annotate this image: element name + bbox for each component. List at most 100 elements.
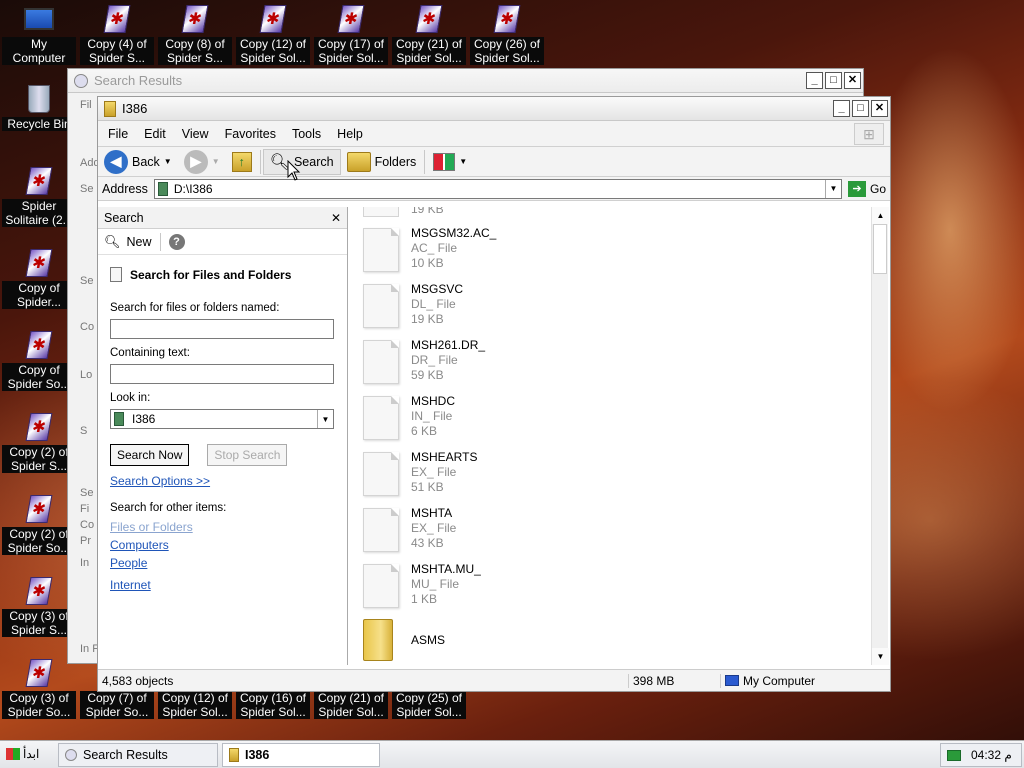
search-options-link[interactable]: Search Options >> xyxy=(110,474,210,488)
folder-item[interactable]: ASMS xyxy=(363,617,663,665)
file-name: MSHTA xyxy=(411,506,453,520)
desktop-icon-spider[interactable]: ✱ Copy (4) of Spider S... xyxy=(78,4,156,68)
go-button[interactable]: ➔ Go xyxy=(847,180,886,197)
desktop-icon-spider[interactable]: ✱ Copy (21) of Spider Sol... xyxy=(390,4,468,68)
search-button[interactable]: 🔍︎ Search xyxy=(262,148,341,175)
menu-help[interactable]: Help xyxy=(329,127,371,141)
file-item[interactable]: MSGSM32.AC_ AC_ File 10 KB xyxy=(363,226,663,274)
maximize-button[interactable]: □ xyxy=(852,100,869,117)
forward-arrow-icon: ▶ xyxy=(183,149,208,174)
menu-tools[interactable]: Tools xyxy=(284,127,329,141)
desktop-icon-label: Copy (2) of Spider S... xyxy=(2,445,76,473)
menu-edit[interactable]: Edit xyxy=(136,127,174,141)
file-item[interactable]: MSGSVC DL_ File 19 KB xyxy=(363,282,663,330)
drive-folder-icon xyxy=(157,181,168,196)
files-or-folders-link[interactable]: Files or Folders xyxy=(110,520,193,534)
minimize-button[interactable]: _ xyxy=(806,72,823,89)
file-item[interactable]: MSHTA EX_ File 43 KB xyxy=(363,506,663,554)
spider-solitaire-icon: ✱ xyxy=(24,330,54,360)
clock: 04:32 م xyxy=(971,748,1012,762)
explorer-window[interactable]: I386 _ □ ✕ File Edit View Favorites Tool… xyxy=(97,96,891,692)
file-type: AC_ File xyxy=(411,241,458,255)
taskbar-item-search-results[interactable]: Search Results xyxy=(58,743,218,767)
file-size: 1 KB xyxy=(411,592,438,606)
desktop-icon-spider[interactable]: ✱ Copy (17) of Spider Sol... xyxy=(312,4,390,68)
desktop-icon-spider[interactable]: ✱ Copy (26) of Spider Sol... xyxy=(468,4,546,68)
status-bar: 4,583 objects 398 MB My Computer xyxy=(98,669,890,691)
windows-logo-icon: ⊞ xyxy=(854,123,884,145)
filename-input[interactable] xyxy=(110,319,334,339)
desktop-icon-label: Copy (8) of Spider S... xyxy=(158,37,232,65)
people-link[interactable]: People xyxy=(110,556,147,570)
minimize-button[interactable]: _ xyxy=(833,100,850,117)
taskbar-item-i386[interactable]: I386 xyxy=(222,743,380,767)
scroll-thumb[interactable] xyxy=(873,224,887,274)
file-type: EX_ File xyxy=(411,521,457,535)
back-window-fragment: Lo xyxy=(80,369,93,381)
computers-link[interactable]: Computers xyxy=(110,538,169,552)
menu-favorites[interactable]: Favorites xyxy=(217,127,284,141)
views-button[interactable]: ▼ xyxy=(427,148,473,176)
file-item[interactable]: MSHEARTS EX_ File 51 KB xyxy=(363,450,663,498)
folders-button[interactable]: Folders xyxy=(341,148,423,176)
folder-icon xyxy=(363,619,393,661)
name-label: Search for files or folders named: xyxy=(110,302,280,314)
file-item[interactable]: MSH261.DR_ DR_ File 59 KB xyxy=(363,338,663,386)
up-folder-button[interactable]: ↑ xyxy=(226,148,258,176)
close-button[interactable]: ✕ xyxy=(871,100,888,117)
address-dropdown[interactable]: ▼ xyxy=(824,179,841,198)
scroll-down-arrow[interactable]: ▼ xyxy=(872,648,889,665)
desktop-icon-label: Copy (16) of Spider Sol... xyxy=(236,691,310,719)
file-size: 43 KB xyxy=(411,536,444,550)
scroll-up-arrow[interactable]: ▲ xyxy=(872,207,889,224)
back-window-fragment: Co xyxy=(80,321,95,333)
vertical-scrollbar[interactable]: ▲ ▼ xyxy=(871,207,889,665)
start-button[interactable]: ابدأ xyxy=(2,743,43,765)
file-item[interactable]: MSHTA.MU_ MU_ File 1 KB xyxy=(363,562,663,610)
file-item[interactable]: MSHDC IN_ File 6 KB xyxy=(363,394,663,442)
go-label: Go xyxy=(869,181,886,196)
text-label: Containing text: xyxy=(110,347,190,359)
menu-file[interactable]: File xyxy=(100,127,136,141)
network-icon[interactable] xyxy=(947,749,961,761)
desktop-icon-spider[interactable]: ✱ Copy (8) of Spider S... xyxy=(156,4,234,68)
new-search-button[interactable]: 🔍︎ New xyxy=(104,234,152,250)
desktop-icon-my-computer[interactable]: My Computer xyxy=(0,4,78,68)
menu-bar: File Edit View Favorites Tools Help ⊞ xyxy=(98,121,890,147)
back-button[interactable]: ◀ Back ▼ xyxy=(98,148,178,176)
menu-view[interactable]: View xyxy=(174,127,217,141)
desktop-icon-label: Spider Solitaire (2... xyxy=(2,199,76,227)
my-computer-icon xyxy=(24,4,54,34)
stop-search-button[interactable]: Stop Search xyxy=(207,444,288,466)
containing-text-input[interactable] xyxy=(110,364,334,384)
file-name: MSH261.DR_ xyxy=(411,338,486,352)
help-icon[interactable]: ? xyxy=(168,233,185,250)
spider-solitaire-icon: ✱ xyxy=(24,494,54,524)
spider-solitaire-icon: ✱ xyxy=(492,4,522,34)
folder-icon xyxy=(104,100,116,117)
look-in-select[interactable]: I386 ▼ xyxy=(110,409,334,429)
search-pane: Search ✕ 🔍︎ New ? Search for Files and F… xyxy=(98,207,348,665)
forward-button[interactable]: ▶ ▼ xyxy=(178,148,226,176)
close-icon[interactable]: ✕ xyxy=(331,211,341,225)
internet-link[interactable]: Internet xyxy=(110,578,151,592)
look-in-label: Look in: xyxy=(110,392,151,404)
close-button[interactable]: ✕ xyxy=(844,72,861,89)
desktop-icon-spider[interactable]: ✱ Copy (3) of Spider So... xyxy=(0,658,78,722)
location-label: My Computer xyxy=(743,673,816,688)
file-icon xyxy=(363,564,399,608)
desktop-icon-label: Copy (12) of Spider Sol... xyxy=(158,691,232,719)
search-now-button[interactable]: Search Now xyxy=(110,444,190,466)
chevron-down-icon: ▼ xyxy=(211,157,220,166)
back-window-sidebar-fragments: Fil Add Se Se Co Lo S Se Fi Co Pr In In F xyxy=(70,95,100,665)
maximize-button[interactable]: □ xyxy=(825,72,842,89)
desktop-icon-label: Copy of Spider So... xyxy=(2,363,76,391)
address-field[interactable]: D:\I386 ▼ xyxy=(153,178,842,199)
desktop-icon-spider[interactable]: ✱ Copy (12) of Spider Sol... xyxy=(234,4,312,68)
address-label: Address xyxy=(102,181,148,196)
file-icon xyxy=(363,396,399,440)
folders-label: Folders xyxy=(374,154,417,169)
search-pane-title: Search xyxy=(104,210,144,225)
chevron-down-icon[interactable]: ▼ xyxy=(317,410,333,428)
desktop-icon-label: Copy (3) of Spider So... xyxy=(2,691,76,719)
